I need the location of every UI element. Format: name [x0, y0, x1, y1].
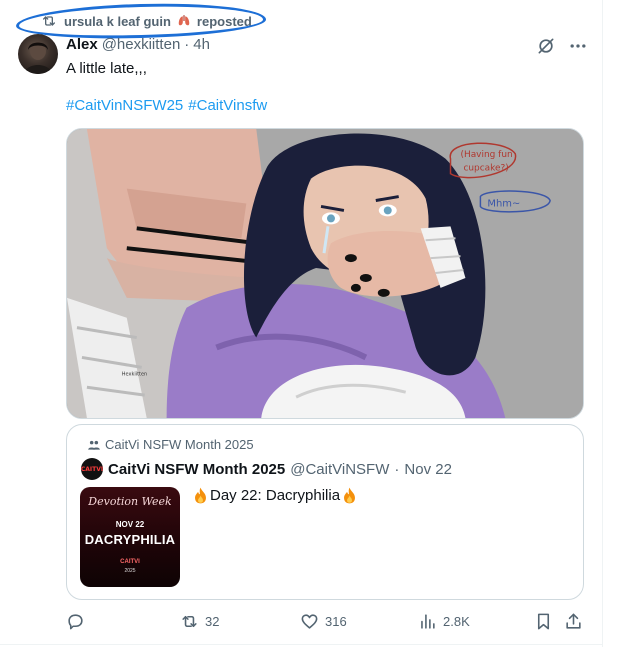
repost-button[interactable]: 32 — [180, 612, 219, 631]
quote-text: Day 22: Dacryphilia — [193, 487, 357, 504]
heart-icon — [301, 614, 318, 629]
separator: · — [184, 36, 190, 53]
bookmark-button[interactable] — [534, 612, 553, 631]
bookmark-icon — [537, 613, 550, 630]
quote-community-label[interactable]: CaitVi NSFW Month 2025 — [87, 437, 254, 452]
repost-user[interactable]: ursula k leaf guin — [64, 14, 171, 29]
community-icon — [88, 440, 100, 450]
more-options-icon[interactable] — [568, 36, 588, 56]
repost-icon — [182, 615, 197, 628]
community-name[interactable]: CaitVi NSFW Month 2025 — [105, 437, 254, 452]
thumb-line: Devotion Week — [88, 495, 172, 508]
quote-header: CAITVI CaitVi NSFW Month 2025 @CaitViNSF… — [81, 458, 452, 480]
avatar[interactable] — [18, 34, 58, 74]
thumb-line: NOV 22 — [115, 520, 145, 529]
hashtags: #CaitVinNSFW25 #CaitVinsfw — [66, 97, 267, 114]
author-name[interactable]: Alex — [66, 36, 98, 53]
share-icon — [566, 613, 581, 629]
reply-button[interactable] — [66, 612, 91, 631]
lungs-icon — [178, 15, 190, 26]
tweet-media-image[interactable]: (Having fun cupcake?) Mhm~ Hexkiitten — [66, 128, 584, 419]
repost-count: 32 — [205, 614, 220, 629]
thumb-line: CAITVI — [120, 559, 140, 565]
quote-date[interactable]: Nov 22 — [404, 461, 452, 478]
repost-icon — [43, 16, 55, 26]
like-button[interactable]: 316 — [300, 612, 347, 631]
separator: · — [394, 460, 400, 478]
grok-icon[interactable] — [536, 36, 556, 56]
views-button[interactable]: 2.8K — [418, 612, 470, 631]
tweet-text: A little late,,, — [66, 60, 147, 77]
quote-body-text: Day 22: Dacryphilia — [210, 487, 341, 504]
hashtag-link[interactable]: #CaitVinNSFW25 — [66, 97, 183, 114]
tweet-top-actions — [536, 36, 588, 56]
quote-author-name[interactable]: CaitVi NSFW Month 2025 — [108, 461, 285, 478]
sketch-note: (Having fun — [460, 150, 512, 160]
views-count: 2.8K — [443, 614, 470, 629]
quote-avatar[interactable]: CAITVI — [81, 458, 103, 480]
illustration: (Having fun cupcake?) Mhm~ Hexkiitten — [67, 129, 583, 418]
quote-thumbnail[interactable]: Devotion Week NOV 22 DACRYPHILIA CAITVI … — [80, 487, 180, 587]
action-bar: 32 316 2.8K — [66, 612, 586, 634]
repost-label: reposted — [196, 13, 252, 29]
like-count: 316 — [325, 614, 347, 629]
timestamp[interactable]: 4h — [193, 36, 210, 53]
author-handle[interactable]: @hexkiitten — [102, 36, 181, 53]
divider — [0, 644, 603, 645]
tattoo-text: Hexkiitten — [122, 371, 147, 377]
sketch-note: Mhm~ — [487, 198, 520, 209]
analytics-icon — [421, 614, 435, 629]
quote-avatar-text: CAITVI — [80, 465, 104, 473]
tweet-header: Alex @hexkiitten · 4h — [66, 36, 210, 53]
fire-icon — [195, 487, 206, 504]
reply-icon — [68, 614, 83, 630]
quote-author-handle[interactable]: @CaitViNSFW — [290, 461, 389, 478]
sketch-note: cupcake?) — [463, 164, 508, 174]
quoted-tweet[interactable]: CaitVi NSFW Month 2025 CAITVI CaitVi NSF… — [66, 424, 584, 600]
thumb-line: 2025 — [124, 568, 136, 574]
hashtag-link[interactable]: #CaitVinsfw — [188, 97, 267, 114]
fire-icon — [344, 487, 356, 504]
thumb-line: DACRYPHILIA — [84, 532, 176, 547]
repost-context[interactable]: ursula k leaf guin reposted — [40, 10, 252, 32]
share-button[interactable] — [564, 612, 583, 631]
